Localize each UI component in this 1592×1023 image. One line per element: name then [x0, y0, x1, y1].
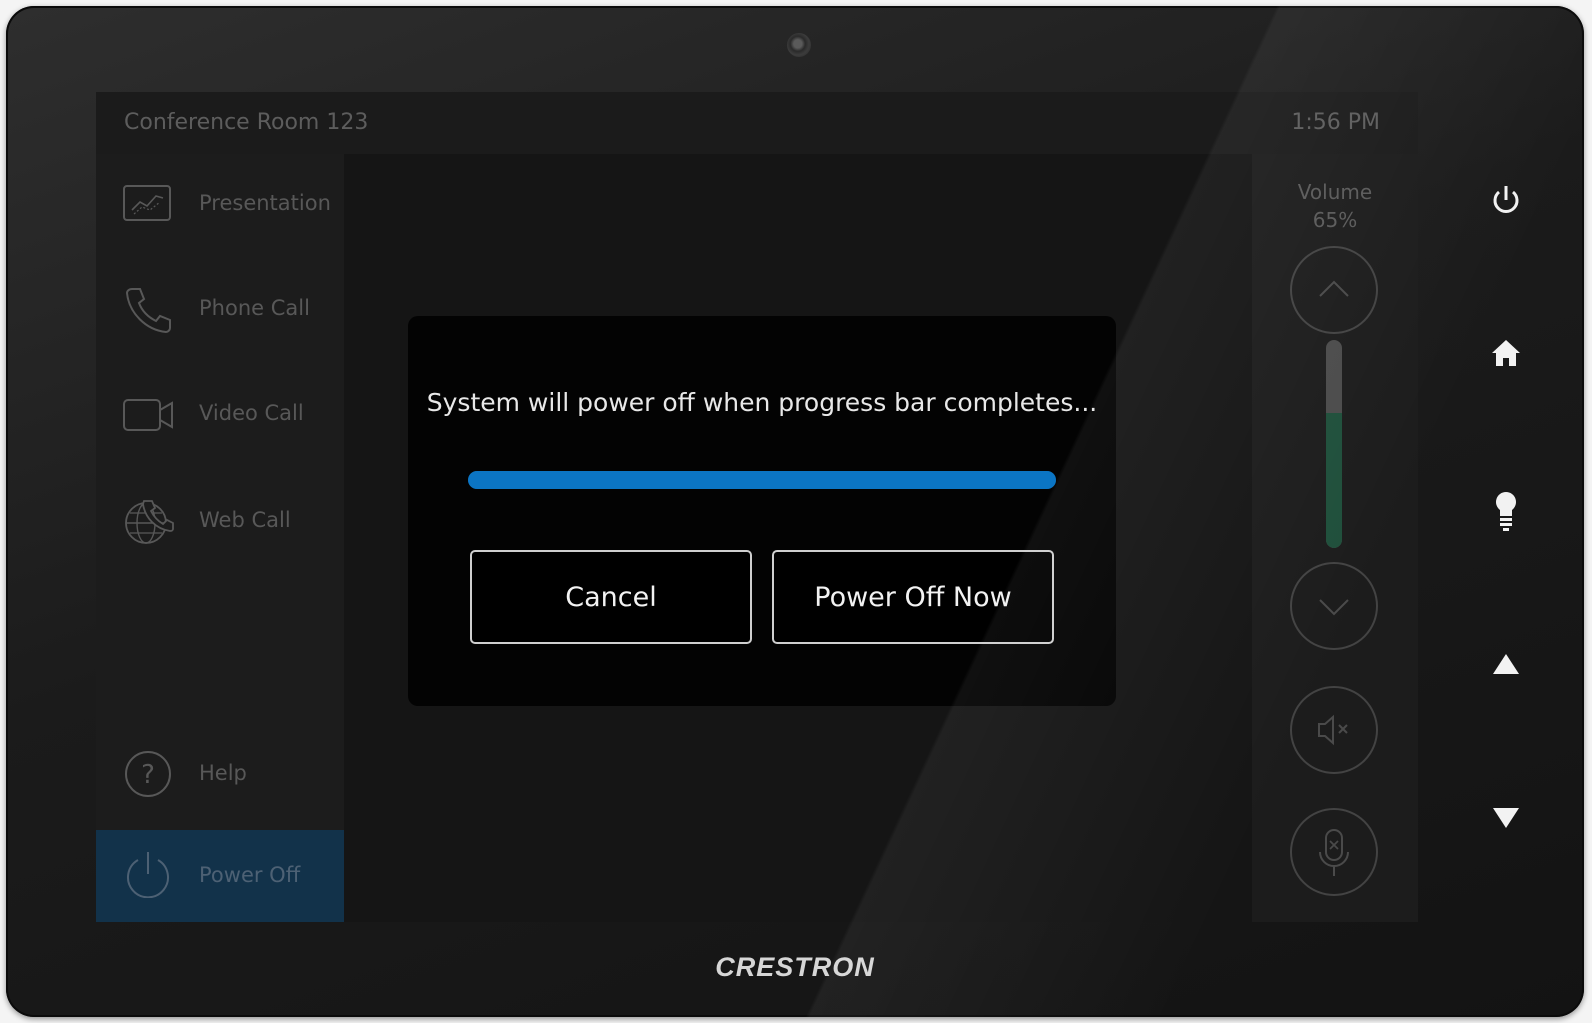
- down-arrow-icon: [1493, 808, 1519, 828]
- camera-lens: [787, 33, 811, 57]
- power-off-progress-bar: [468, 471, 1056, 489]
- hard-key-lights[interactable]: [1476, 486, 1536, 531]
- dialog-message: System will power off when progress bar …: [426, 388, 1098, 417]
- chevron-down-icon: [1319, 599, 1349, 616]
- brand-logo: CRESTRON: [715, 952, 875, 982]
- hard-key-down[interactable]: [1476, 796, 1536, 840]
- power-icon: [1493, 186, 1519, 213]
- volume-slider[interactable]: [1326, 340, 1342, 548]
- hardware-keys: [1476, 6, 1536, 1017]
- light-bulb-icon: [1496, 492, 1516, 531]
- power-off-dialog: System will power off when progress bar …: [408, 316, 1116, 706]
- hard-key-up[interactable]: [1476, 642, 1536, 686]
- room-name: Conference Room 123: [124, 110, 369, 135]
- globe-phone-icon: [125, 500, 174, 544]
- presentation-chart-icon: [123, 185, 171, 221]
- nav-label-help: Help: [199, 761, 247, 785]
- cancel-button[interactable]: Cancel: [470, 550, 752, 644]
- touch-screen: Conference Room 123 1:56 PM Presentation…: [96, 92, 1418, 922]
- phone-icon: [125, 288, 171, 333]
- nav-label-power-off: Power Off: [199, 863, 301, 887]
- progress-fill: [468, 471, 1056, 489]
- help-icon: ?: [125, 751, 171, 797]
- power-icon: [127, 852, 169, 898]
- nav-label-video-call: Video Call: [199, 401, 304, 425]
- nav-item-presentation[interactable]: Presentation: [96, 164, 344, 244]
- mute-speaker-button[interactable]: [1290, 686, 1378, 774]
- chevron-up-icon: [1319, 280, 1349, 297]
- svg-text:?: ?: [141, 760, 155, 790]
- nav-item-phone-call[interactable]: Phone Call: [96, 269, 344, 349]
- hard-key-power[interactable]: [1476, 178, 1536, 222]
- home-icon: [1492, 340, 1520, 366]
- touch-panel-bezel: Conference Room 123 1:56 PM Presentation…: [6, 6, 1584, 1017]
- video-camera-icon: [123, 399, 173, 431]
- clock: 1:56 PM: [1291, 110, 1380, 135]
- nav-item-web-call[interactable]: Web Call: [96, 481, 344, 561]
- nav-item-help[interactable]: ? Help: [96, 734, 344, 814]
- volume-up-button[interactable]: [1290, 246, 1378, 334]
- nav-item-video-call[interactable]: Video Call: [96, 374, 344, 454]
- volume-down-button[interactable]: [1290, 562, 1378, 650]
- mute-microphone-button[interactable]: [1290, 808, 1378, 896]
- speaker-mute-icon: [1318, 714, 1348, 746]
- volume-value: 65%: [1312, 208, 1358, 232]
- microphone-mute-icon: [1319, 829, 1349, 876]
- power-off-now-button[interactable]: Power Off Now: [772, 550, 1054, 644]
- nav-item-power-off[interactable]: Power Off: [96, 830, 344, 922]
- hard-key-home[interactable]: [1476, 332, 1536, 376]
- up-arrow-icon: [1493, 654, 1519, 674]
- volume-panel: Volume 65%: [1252, 154, 1418, 922]
- nav-label-presentation: Presentation: [199, 191, 331, 215]
- volume-title: Volume: [1297, 180, 1373, 204]
- nav-label-phone-call: Phone Call: [199, 296, 310, 320]
- volume-level-fill: [1326, 412, 1342, 548]
- left-nav: Presentation Phone Call Video Call Web C…: [96, 154, 344, 922]
- nav-label-web-call: Web Call: [199, 508, 291, 532]
- top-bar: Conference Room 123 1:56 PM: [96, 92, 1418, 154]
